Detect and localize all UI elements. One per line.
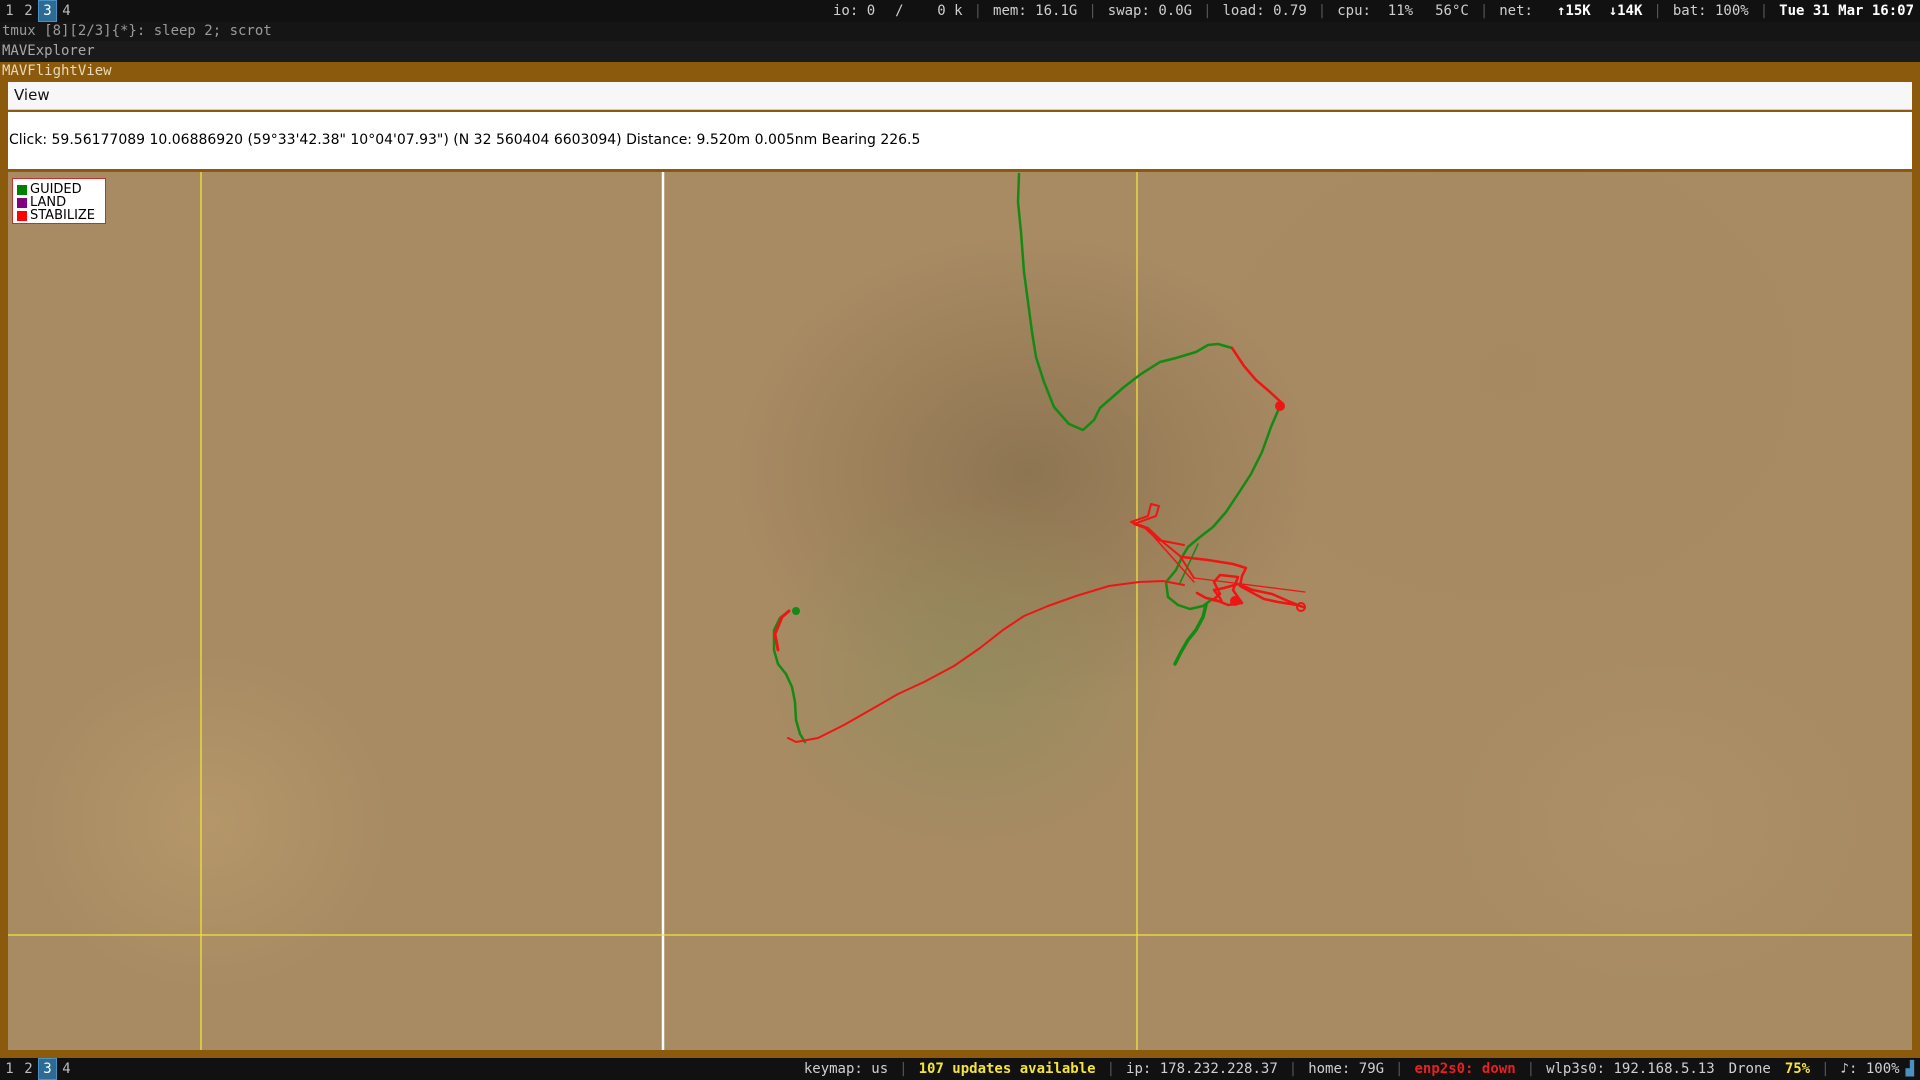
- volume-bars-icon: ▟: [1905, 1061, 1914, 1077]
- net-up: ↑15K: [1556, 3, 1591, 19]
- load-status: load: 0.79: [1222, 3, 1307, 19]
- legend-swatch-land: [17, 197, 27, 208]
- workspace-switcher[interactable]: 1 2 3 4: [0, 1058, 76, 1080]
- net-label: net:: [1499, 3, 1533, 19]
- legend-label: STABILIZE: [30, 208, 96, 223]
- flight-map[interactable]: GUIDED LAND STABILIZE: [8, 172, 1912, 1050]
- mem-status: mem: 16.1G: [993, 3, 1078, 19]
- workspace-4[interactable]: 4: [57, 1058, 76, 1080]
- legend-swatch-guided: [17, 184, 27, 195]
- drone-percent: 75%: [1784, 1061, 1811, 1077]
- volume-status[interactable]: ♪: 100%: [1841, 1061, 1900, 1077]
- legend-swatch-stabilize: [17, 210, 27, 221]
- temp-status: 56°C: [1435, 3, 1469, 19]
- track-guided-east: [1164, 404, 1282, 611]
- net-down: ↓14K: [1608, 3, 1643, 19]
- workspace-1[interactable]: 1: [0, 1058, 19, 1080]
- updates-status[interactable]: 107 updates available: [919, 1061, 1096, 1077]
- keymap-status: keymap: us: [803, 1061, 889, 1077]
- track-stabilize-connector: [1146, 528, 1195, 583]
- click-info-panel: Click: 59.56177089 10.06886920 (59°33'42…: [8, 112, 1912, 169]
- legend-item-stabilize: STABILIZE: [17, 209, 105, 222]
- map-grid-lines: [8, 172, 1912, 1050]
- clock: Tue 31 Mar 16:07: [1779, 3, 1914, 19]
- flight-track: [772, 172, 1306, 744]
- io-rate: / 0 k: [895, 3, 963, 19]
- track-stabilize-east: [1230, 346, 1285, 406]
- workspace-2[interactable]: 2: [19, 0, 38, 22]
- track-stabilize-start: [773, 609, 791, 652]
- drone-label: Drone: [1728, 1061, 1771, 1077]
- track-guided-sw: [1173, 603, 1208, 666]
- track-stabilize-loop: [1180, 555, 1305, 609]
- ethernet-status: enp2s0: down: [1414, 1061, 1516, 1077]
- wifi-status: wlp3s0: 192.168.5.13: [1546, 1061, 1715, 1077]
- track-point-marker: [792, 607, 800, 615]
- flight-mode-legend: GUIDED LAND STABILIZE: [12, 178, 106, 224]
- track-guided-north: [1016, 172, 1234, 432]
- swap-status: swap: 0.0G: [1107, 3, 1193, 19]
- menu-bar: View: [8, 82, 1912, 110]
- menu-view[interactable]: View: [8, 82, 56, 109]
- home-disk-status: home: 79G: [1308, 1061, 1385, 1077]
- track-stabilize-west: [787, 580, 1185, 743]
- top-status-bar: 1 2 3 4 io: 0 / 0 k | mem: 16.1G | swap:…: [0, 0, 1920, 22]
- system-status: io: 0 / 0 k | mem: 16.1G | swap: 0.0G | …: [833, 3, 1914, 19]
- click-info-text: Click: 59.56177089 10.06886920 (59°33'42…: [9, 132, 921, 148]
- tmux-title: tmux [8][2/3]{*}: sleep 2; scrot: [0, 22, 1920, 41]
- workspace-3[interactable]: 3: [38, 1058, 57, 1080]
- workspace-2[interactable]: 2: [19, 1058, 38, 1080]
- mavexplorer-window-title[interactable]: MAVExplorer: [0, 41, 1920, 63]
- io-status: io: 0: [833, 3, 876, 19]
- window-title: MAVFlightView: [2, 63, 112, 79]
- track-stabilize-north-loop: [1130, 503, 1195, 579]
- system-status-bottom: keymap: us | 107 updates available | ip:…: [803, 1061, 1914, 1077]
- workspace-switcher[interactable]: 1 2 3 4: [0, 0, 76, 22]
- track-guided-west: [772, 609, 807, 744]
- workspace-1[interactable]: 1: [0, 0, 19, 22]
- track-point-marker: [1275, 401, 1285, 411]
- bottom-status-bar: 1 2 3 4 keymap: us | 107 updates availab…: [0, 1058, 1920, 1080]
- battery-status: bat: 100%: [1672, 3, 1749, 19]
- ip-status: ip: 178.232.228.37: [1126, 1061, 1278, 1077]
- cpu-status: cpu: 11%: [1337, 3, 1414, 19]
- mavflightview-window: MAVFlightView View Click: 59.56177089 10…: [0, 62, 1920, 1058]
- map-overlay[interactable]: [8, 172, 1912, 1050]
- workspace-3[interactable]: 3: [38, 0, 57, 22]
- workspace-4[interactable]: 4: [57, 0, 76, 22]
- track-point-marker: [1230, 596, 1240, 606]
